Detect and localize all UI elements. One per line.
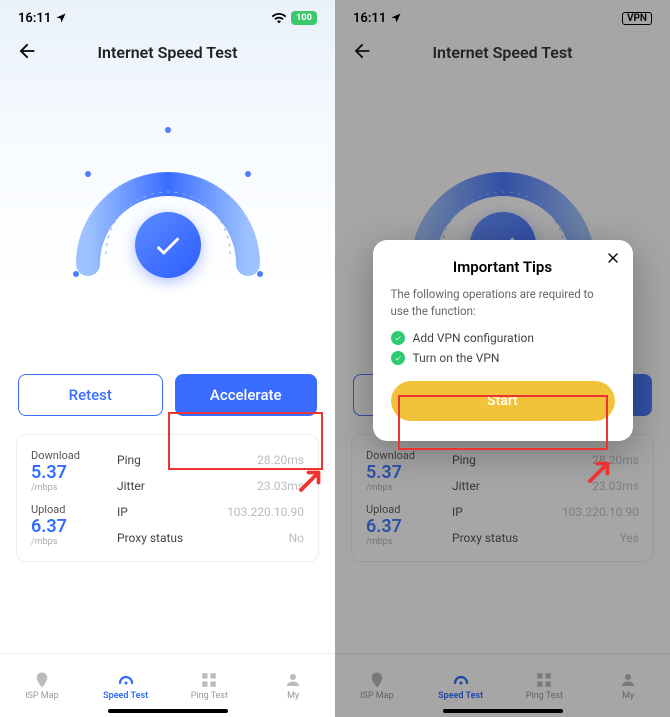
location-icon	[55, 12, 67, 24]
close-icon[interactable]	[605, 250, 621, 270]
page-title: Internet Speed Test	[97, 43, 237, 62]
important-tips-modal: Important Tips The following operations …	[373, 240, 633, 441]
modal-description: The following operations are required to…	[391, 286, 615, 321]
home-indicator[interactable]	[108, 709, 228, 713]
modal-title: Important Tips	[391, 258, 615, 276]
retest-button[interactable]: Retest	[18, 374, 163, 416]
status-time: 16:11	[18, 11, 51, 26]
phone-right: 16:11 VPN Internet Speed Test Retest	[335, 0, 670, 717]
battery-icon: 100	[291, 11, 317, 25]
results-card: Download 5.37 /mbps Upload 6.37 /mbps Pi…	[16, 434, 319, 562]
test-complete-icon	[135, 212, 201, 278]
wifi-icon	[271, 12, 287, 24]
download-stat: Download 5.37 /mbps	[31, 449, 109, 493]
upload-stat: Upload 6.37 /mbps	[31, 503, 109, 547]
back-button[interactable]	[16, 40, 38, 62]
check-icon	[391, 331, 405, 345]
ping-row: Ping28.20ms	[117, 453, 304, 467]
status-bar: 16:11 100	[0, 0, 335, 30]
ip-row: IP103.220.10.90	[117, 505, 304, 519]
accelerate-button[interactable]: Accelerate	[175, 374, 318, 416]
check-icon	[391, 351, 405, 365]
tab-my[interactable]: My	[251, 654, 335, 717]
modal-item-vpn-config: Add VPN configuration	[391, 331, 615, 345]
action-buttons: Retest Accelerate	[0, 374, 335, 416]
tab-speed-test[interactable]: Speed Test	[84, 654, 168, 717]
proxy-row: Proxy statusNo	[117, 531, 304, 545]
tab-bar: ISP Map Speed Test Ping Test My	[0, 653, 335, 717]
tab-ping-test[interactable]: Ping Test	[168, 654, 252, 717]
jitter-row: Jitter23.03ms	[117, 479, 304, 493]
phone-left: 16:11 100 Internet Speed Test	[0, 0, 335, 717]
tab-isp-map[interactable]: ISP Map	[0, 654, 84, 717]
modal-item-turn-on-vpn: Turn on the VPN	[391, 351, 615, 365]
start-button[interactable]: Start	[391, 381, 615, 421]
app-header: Internet Speed Test	[0, 30, 335, 74]
speed-gauge	[0, 74, 335, 314]
